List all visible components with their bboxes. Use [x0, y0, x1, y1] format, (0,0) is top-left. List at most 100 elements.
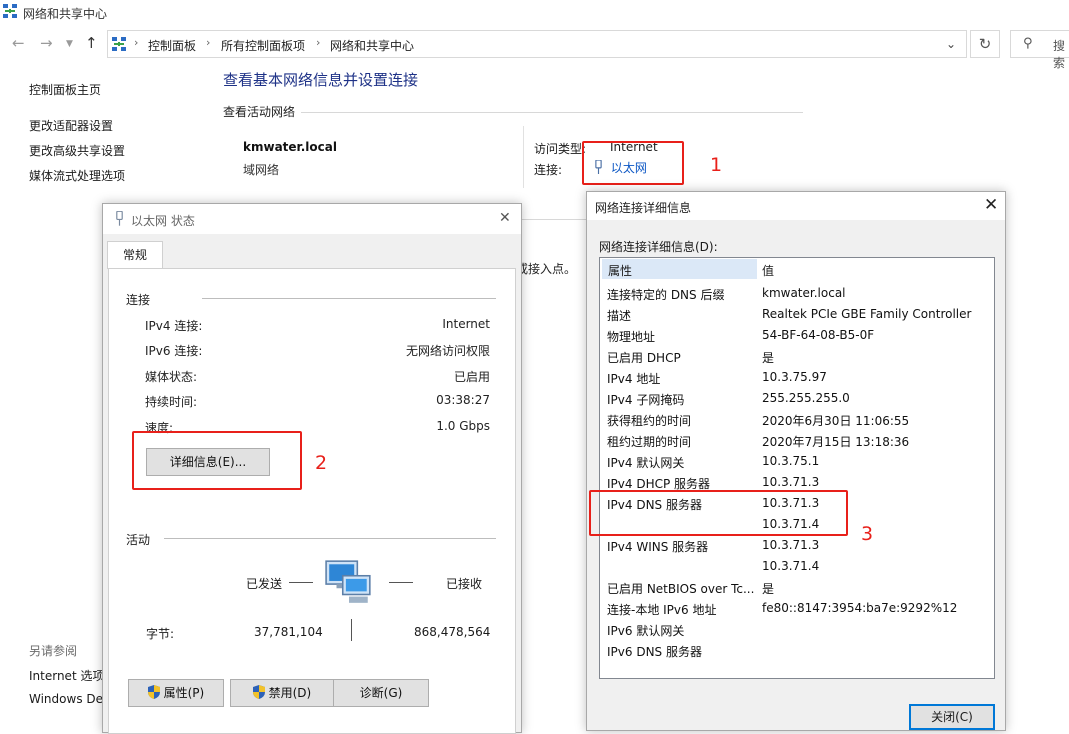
- tab-panel: 连接 IPv4 连接: Internet IPv6 连接: 无网络访问权限 媒体…: [108, 268, 516, 734]
- breadcrumb-network-center[interactable]: 网络和共享中心: [330, 37, 414, 54]
- speed-value: 1.0 Gbps: [436, 419, 490, 433]
- refresh-icon[interactable]: ↻: [970, 30, 1000, 58]
- change-adapter-settings-link[interactable]: 更改适配器设置: [29, 117, 113, 134]
- dialog-title: 网络连接详细信息: [595, 201, 692, 215]
- properties-button[interactable]: 属性(P): [128, 679, 224, 707]
- annotation-box-2: [132, 431, 302, 490]
- change-advanced-sharing-link[interactable]: 更改高级共享设置: [29, 142, 125, 159]
- detail-row-value[interactable]: 10.3.71.4: [762, 559, 819, 573]
- recent-locations-chevron-icon[interactable]: ▼: [66, 39, 73, 49]
- network-center-icon: [112, 37, 126, 51]
- media-state-label: 媒体状态:: [145, 370, 198, 384]
- disable-button[interactable]: 禁用(D): [230, 679, 334, 707]
- divider: [389, 582, 413, 583]
- bytes-received-value: 868,478,564: [414, 625, 491, 639]
- detail-row-value[interactable]: 54-BF-64-08-B5-0F: [762, 328, 874, 342]
- close-button[interactable]: 关闭(C): [909, 704, 995, 730]
- annotation-box-3: [589, 490, 848, 536]
- tab-general[interactable]: 常规: [107, 241, 163, 269]
- received-label: 已接收: [446, 577, 483, 591]
- column-header-value[interactable]: 值: [762, 262, 774, 279]
- bytes-label: 字节:: [146, 627, 175, 641]
- detail-row-value[interactable]: 10.3.75.97: [762, 370, 827, 384]
- shield-icon: [252, 685, 265, 699]
- windows-defender-link[interactable]: Windows De: [29, 692, 103, 706]
- detail-row-property[interactable]: 物理地址: [607, 328, 757, 345]
- forward-arrow-icon[interactable]: →: [40, 34, 53, 52]
- detail-row-value[interactable]: 10.3.71.3: [762, 538, 819, 552]
- detail-row-property[interactable]: 描述: [607, 307, 757, 324]
- detail-row-value[interactable]: 255.255.255.0: [762, 391, 850, 405]
- annotation-number-1: 1: [710, 154, 723, 176]
- page-title: 查看基本网络信息并设置连接: [223, 71, 419, 89]
- details-caption: 网络连接详细信息(D):: [599, 240, 718, 254]
- detail-row-value[interactable]: 是: [762, 349, 774, 366]
- connections-label: 连接:: [534, 163, 563, 177]
- group-divider: [202, 298, 496, 299]
- detail-row-value[interactable]: 是: [762, 580, 774, 597]
- access-type-label: 访问类型:: [534, 142, 587, 156]
- back-arrow-icon[interactable]: ←: [12, 34, 25, 52]
- search-icon: ⚲: [1023, 36, 1033, 51]
- diagnose-button[interactable]: 诊断(G): [333, 679, 429, 707]
- detail-row-property[interactable]: IPv4 地址: [607, 370, 757, 387]
- column-header-property-label: 属性: [608, 264, 633, 278]
- annotation-number-2: 2: [315, 452, 328, 474]
- close-icon[interactable]: ✕: [499, 210, 511, 226]
- divider: [301, 112, 803, 113]
- disable-button-label: 禁用(D): [268, 686, 312, 700]
- detail-row-property[interactable]: IPv4 WINS 服务器: [607, 538, 757, 555]
- detail-row-property[interactable]: 获得租约的时间: [607, 412, 757, 429]
- address-bar[interactable]: › 控制面板 › 所有控制面板项 › 网络和共享中心 ⌄: [107, 30, 967, 58]
- ipv4-connectivity-label: IPv4 连接:: [145, 319, 203, 333]
- annotation-box-1: [582, 141, 684, 185]
- network-type: 域网络: [243, 163, 280, 177]
- properties-button-label: 属性(P): [163, 686, 205, 700]
- breadcrumb-separator-icon[interactable]: ›: [134, 36, 138, 49]
- breadcrumb-separator-icon[interactable]: ›: [206, 36, 210, 49]
- search-box[interactable]: ⚲ 搜索: [1010, 30, 1069, 70]
- active-networks-heading: 查看活动网络: [223, 105, 296, 119]
- control-panel-home-link[interactable]: 控制面板主页: [29, 81, 101, 98]
- see-also-heading: 另请参阅: [29, 644, 78, 658]
- detail-row-value[interactable]: 2020年7月15日 13:18:36: [762, 433, 909, 450]
- window-title: 网络和共享中心: [23, 7, 108, 21]
- ipv4-connectivity-value: Internet: [442, 317, 490, 331]
- group-divider: [164, 538, 496, 539]
- detail-row-value[interactable]: 2020年6月30日 11:06:55: [762, 412, 909, 429]
- detail-row-property[interactable]: 连接特定的 DNS 后缀: [607, 286, 757, 303]
- internet-options-link[interactable]: Internet 选项: [29, 667, 104, 684]
- details-list[interactable]: 属性 值 连接特定的 DNS 后缀 kmwater.local 描述 Realtek …: [599, 257, 995, 679]
- detail-row-property[interactable]: IPv4 默认网关: [607, 454, 757, 471]
- detail-row-value[interactable]: 10.3.75.1: [762, 454, 819, 468]
- divider: [994, 258, 995, 280]
- duration-value: 03:38:27: [436, 393, 490, 407]
- list-header: 属性 值: [600, 258, 995, 280]
- detail-row-value[interactable]: 10.3.71.3: [762, 475, 819, 489]
- network-computers-icon: [325, 560, 371, 603]
- navigation-bar: ← → ▼ ↑ › 控制面板 › 所有控制面板项 › 网络和共享中心 ⌄ ↻ ⚲…: [0, 26, 1069, 70]
- ipv6-connectivity-label: IPv6 连接:: [145, 344, 203, 358]
- detail-row-property[interactable]: 连接-本地 IPv6 地址: [607, 601, 757, 618]
- detail-row-value[interactable]: kmwater.local: [762, 286, 846, 300]
- address-dropdown-chevron-icon[interactable]: ⌄: [946, 37, 956, 51]
- breadcrumb-all-items[interactable]: 所有控制面板项: [221, 37, 305, 54]
- media-state-value: 已启用: [453, 370, 490, 384]
- detail-row-property[interactable]: 租约过期的时间: [607, 433, 757, 450]
- shield-icon: [147, 685, 160, 699]
- breadcrumb-control-panel[interactable]: 控制面板: [148, 37, 196, 54]
- detail-row-property[interactable]: IPv4 子网掩码: [607, 391, 757, 408]
- detail-row-property[interactable]: 已启用 NetBIOS over Tc...: [607, 580, 757, 597]
- annotation-number-3: 3: [861, 523, 874, 545]
- detail-row-property[interactable]: 已启用 DHCP: [607, 349, 757, 366]
- detail-row-property[interactable]: IPv6 默认网关: [607, 622, 757, 639]
- breadcrumb-separator-icon[interactable]: ›: [316, 36, 320, 49]
- detail-row-value[interactable]: Realtek PCIe GBE Family Controller: [762, 307, 971, 321]
- detail-row-property[interactable]: IPv6 DNS 服务器: [607, 643, 757, 660]
- column-header-property[interactable]: 属性: [602, 259, 757, 279]
- detail-row-value[interactable]: fe80::8147:3954:ba7e:9292%12: [762, 601, 957, 615]
- close-icon[interactable]: ✕: [984, 195, 998, 215]
- up-arrow-icon[interactable]: ↑: [85, 34, 98, 52]
- media-streaming-options-link[interactable]: 媒体流式处理选项: [29, 167, 125, 184]
- network-name: kmwater.local: [243, 140, 337, 154]
